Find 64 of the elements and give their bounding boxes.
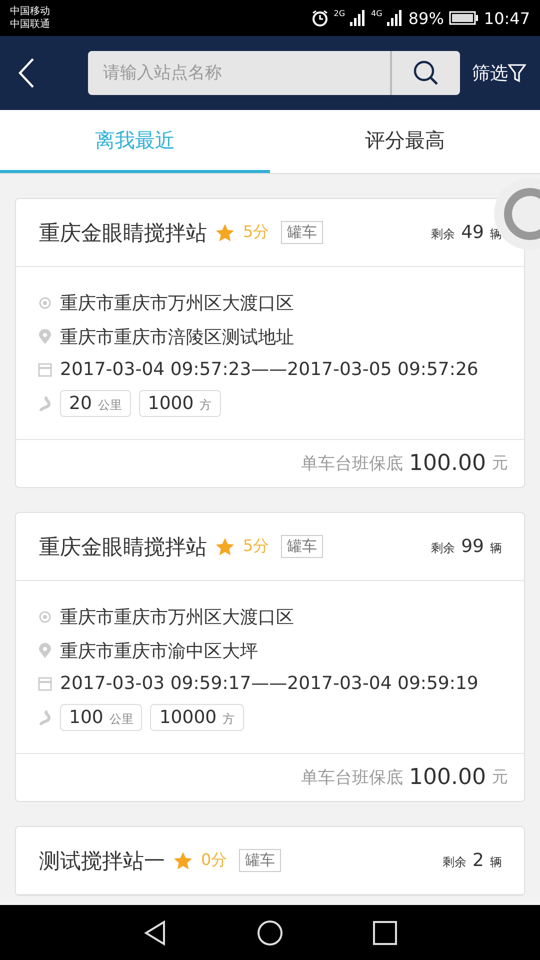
station-card[interactable]: 重庆金眼睛搅拌站 5分 罐车 剩余 99 辆 重庆市重庆市万州区大渡口区 重庆市重庆市渝中区大坪 2017-03-03 09:59:17——2017-03-04 09:59:19 100 公里 10000 方 单车台班保底 100.00 元 — [15, 512, 525, 802]
search-icon[interactable] — [413, 60, 439, 86]
signal-icon — [387, 10, 404, 26]
time-range: 2017-03-03 09:59:17——2017-03-04 09:59:19 — [60, 673, 478, 694]
star-icon — [173, 850, 193, 870]
back-icon[interactable] — [143, 920, 167, 946]
signal-icon — [350, 10, 366, 26]
remaining-unit: 辆 — [490, 854, 502, 871]
time-range: 2017-03-04 09:57:23——2017-03-05 09:57:26 — [60, 359, 478, 380]
road-icon — [38, 710, 52, 726]
destination-address: 重庆市重庆市涪陵区测试地址 — [60, 326, 294, 349]
calendar-icon — [38, 676, 52, 692]
remaining-count: 99 — [461, 536, 484, 557]
origin-icon — [38, 609, 52, 625]
price-value: 100.00 — [409, 451, 486, 476]
remaining-label: 剩余 — [431, 540, 456, 557]
vehicle-tag: 罐车 — [239, 849, 282, 872]
origin-address: 重庆市重庆市万州区大渡口区 — [60, 606, 294, 629]
remaining-label: 剩余 — [442, 854, 467, 871]
origin-address: 重庆市重庆市万州区大渡口区 — [60, 292, 294, 315]
home-icon[interactable] — [257, 920, 283, 946]
station-card[interactable]: 测试搅拌站一 0分 罐车 剩余 2 辆 — [15, 826, 525, 896]
price-value: 100.00 — [409, 765, 486, 790]
distance-chip: 100 公里 — [60, 704, 142, 731]
clock-time: 10:47 — [484, 8, 530, 28]
network-label: 2G — [334, 8, 346, 18]
battery-icon — [448, 11, 479, 25]
filter-button[interactable]: 筛选 — [472, 61, 526, 85]
score-label: 0分 — [201, 850, 228, 871]
remaining-count: 2 — [472, 850, 484, 871]
destination-address: 重庆市重庆市渝中区大坪 — [60, 640, 258, 663]
station-name: 测试搅拌站一 — [39, 848, 165, 874]
search-bar[interactable]: 请输入站点名称 — [88, 51, 460, 95]
carrier-label: 中国移动 — [10, 5, 50, 18]
vehicle-tag: 罐车 — [281, 221, 324, 244]
road-icon — [38, 396, 52, 412]
network-label: 4G — [371, 8, 382, 18]
price-unit: 元 — [492, 453, 508, 474]
distance-chip: 20 公里 — [60, 390, 131, 417]
vehicle-tag: 罐车 — [281, 535, 324, 558]
score-label: 5分 — [243, 536, 270, 557]
origin-icon — [38, 295, 52, 311]
star-icon — [215, 536, 235, 556]
calendar-icon — [38, 362, 52, 378]
search-field[interactable]: 请输入站点名称 — [88, 62, 390, 84]
filter-icon[interactable] — [508, 63, 526, 83]
score-label: 5分 — [243, 222, 270, 243]
star-icon — [215, 222, 235, 242]
volume-chip: 1000 方 — [138, 390, 221, 417]
price-unit: 元 — [492, 767, 508, 788]
station-name: 重庆金眼睛搅拌站 — [39, 220, 207, 246]
station-name: 重庆金眼睛搅拌站 — [39, 534, 207, 560]
price-label: 单车台班保底 — [301, 767, 404, 789]
remaining-unit: 辆 — [490, 540, 502, 557]
remaining-label: 剩余 — [431, 226, 456, 243]
volume-chip: 10000 方 — [150, 704, 244, 731]
remaining-count: 49 — [461, 222, 484, 243]
price-label: 单车台班保底 — [301, 453, 404, 475]
battery-percent: 89% — [408, 8, 444, 28]
carrier-label: 中国联通 — [10, 18, 50, 31]
location-pin-icon — [38, 643, 52, 659]
location-pin-icon — [38, 329, 52, 345]
alarm-icon — [310, 9, 329, 27]
recents-icon[interactable] — [373, 920, 397, 944]
